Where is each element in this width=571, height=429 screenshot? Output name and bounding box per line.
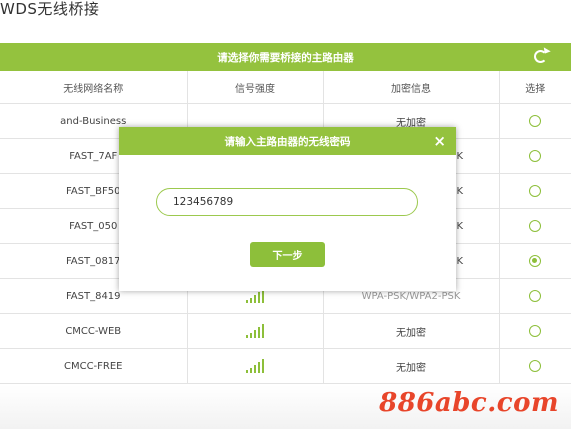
signal-strength-icon — [246, 289, 264, 303]
select-radio-selected[interactable] — [529, 255, 542, 267]
signal-cell — [186, 313, 324, 349]
column-header-signal: 信号强度 — [186, 71, 324, 104]
column-header-ssid: 无线网络名称 — [0, 71, 188, 104]
panel-header-label: 请选择你需要桥接的主路由器 — [217, 51, 354, 64]
page-title: WDS无线桥接 — [0, 0, 100, 18]
encryption-cell: 无加密 — [322, 348, 500, 384]
select-radio[interactable] — [529, 360, 542, 372]
ssid-cell: CMCC-WEB — [0, 313, 188, 349]
watermark-logo: 886abc.com — [379, 388, 559, 418]
next-step-button[interactable]: 下一步 — [250, 242, 325, 267]
table-row[interactable]: CMCC-FREE 无加密 — [0, 348, 571, 384]
column-header-encryption: 加密信息 — [322, 71, 500, 104]
password-dialog: 请输入主路由器的无线密码 × 下一步 — [119, 127, 456, 291]
select-radio[interactable] — [529, 115, 542, 127]
select-radio[interactable] — [529, 290, 542, 302]
signal-cell — [186, 348, 324, 384]
select-radio[interactable] — [529, 220, 542, 232]
select-radio[interactable] — [529, 325, 542, 337]
password-input[interactable] — [156, 188, 418, 216]
dialog-header: 请输入主路由器的无线密码 × — [119, 127, 456, 155]
close-icon[interactable]: × — [433, 132, 446, 150]
panel-header: 请选择你需要桥接的主路由器 — [0, 43, 571, 71]
ssid-cell: CMCC-FREE — [0, 348, 188, 384]
select-radio[interactable] — [529, 185, 542, 197]
encryption-cell: 无加密 — [322, 313, 500, 349]
signal-strength-icon — [246, 324, 264, 338]
signal-strength-icon — [246, 359, 264, 373]
select-radio[interactable] — [529, 150, 542, 162]
table-header-row: 无线网络名称 信号强度 加密信息 选择 — [0, 71, 571, 104]
dialog-title: 请输入主路由器的无线密码 — [224, 135, 351, 148]
refresh-icon[interactable] — [534, 50, 547, 63]
column-header-select: 选择 — [498, 71, 571, 104]
table-row[interactable]: CMCC-WEB 无加密 — [0, 313, 571, 349]
